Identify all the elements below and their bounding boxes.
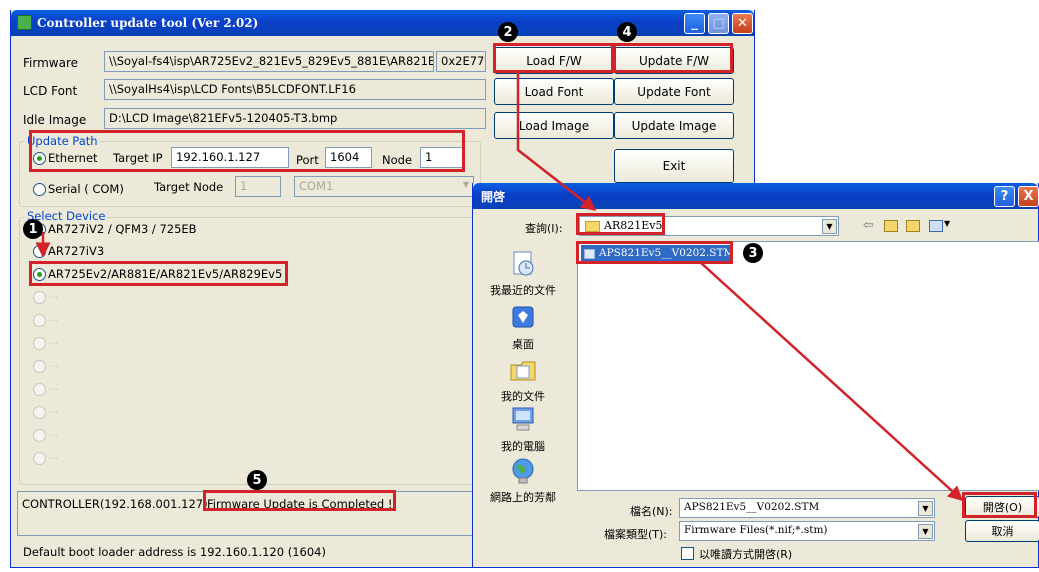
arrow-file-to-open xyxy=(699,261,964,502)
step-5-badge: 5 xyxy=(247,470,267,490)
step-1-badge: 1 xyxy=(23,219,43,239)
step-2-badge: 2 xyxy=(498,22,518,42)
arrow-load-to-dialog xyxy=(516,72,597,211)
step-3-badge: 3 xyxy=(743,243,763,263)
annotation-arrows xyxy=(35,72,964,502)
step-4-badge: 4 xyxy=(617,22,637,42)
